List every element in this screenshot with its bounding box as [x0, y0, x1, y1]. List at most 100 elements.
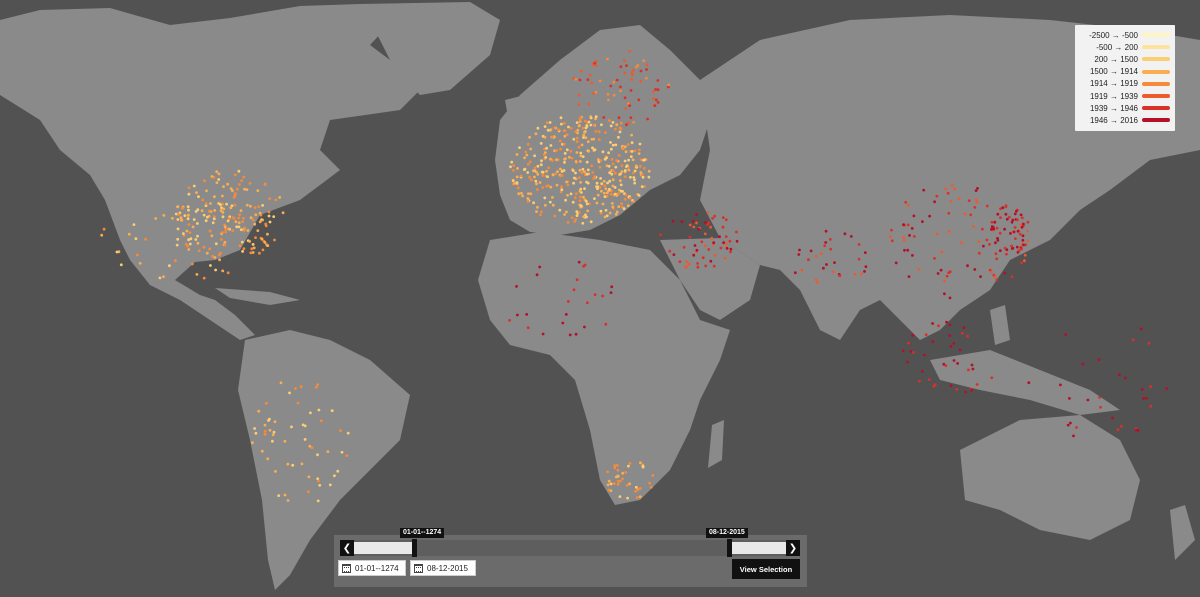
view-selection-button[interactable]: View Selection: [732, 559, 800, 579]
event-dot: [200, 209, 204, 213]
event-dot: [982, 244, 985, 248]
event-dot: [605, 156, 608, 160]
event-dot: [237, 221, 241, 225]
event-dot: [176, 205, 179, 209]
event-dot: [540, 170, 544, 174]
world-map[interactable]: [0, 0, 1200, 597]
event-dot: [187, 223, 191, 226]
event-dot: [725, 247, 729, 250]
event-dot: [1165, 387, 1169, 390]
event-dot: [257, 409, 261, 413]
event-dot: [539, 213, 542, 217]
event-dot: [630, 133, 633, 137]
event-dot: [635, 496, 639, 499]
event-dot: [619, 121, 623, 125]
event-dot: [188, 231, 192, 235]
event-dot: [578, 78, 582, 82]
event-dot: [590, 81, 593, 85]
chevron-right-icon[interactable]: ❯: [786, 540, 800, 556]
event-dot: [221, 269, 225, 273]
event-dot: [596, 193, 600, 197]
event-dot: [948, 334, 952, 337]
madagascar: [708, 420, 724, 468]
event-dot: [642, 158, 645, 162]
event-dot: [587, 149, 591, 153]
event-dot: [729, 247, 733, 251]
range-slider[interactable]: ❮ 01-01--1274 08-12-2015 ❯: [340, 528, 800, 557]
event-dot: [903, 248, 906, 252]
event-dot: [569, 126, 573, 130]
event-dot: [577, 145, 581, 149]
event-dot: [196, 234, 199, 238]
event-dot: [271, 433, 275, 437]
event-dot: [241, 250, 245, 253]
event-dot: [546, 175, 549, 179]
event-dot: [912, 351, 915, 354]
event-dot: [638, 495, 642, 499]
event-dot: [555, 158, 558, 162]
event-dot: [659, 233, 662, 237]
event-dot: [238, 213, 242, 217]
event-dot: [972, 225, 975, 228]
event-dot: [634, 164, 638, 168]
event-dot: [233, 203, 237, 207]
event-dot: [238, 244, 242, 248]
event-dot: [197, 249, 201, 253]
event-dot: [907, 341, 911, 345]
event-dot: [551, 196, 554, 199]
event-dot: [210, 234, 214, 238]
event-dot: [562, 121, 566, 125]
event-dot: [912, 235, 916, 238]
event-dot: [1020, 225, 1024, 229]
event-dot: [221, 215, 225, 219]
event-dot: [613, 466, 617, 470]
event-dot: [543, 135, 547, 139]
event-dot: [693, 244, 697, 247]
event-dot: [528, 175, 531, 179]
event-dot: [825, 263, 828, 266]
range-fill-right: [732, 542, 788, 554]
event-dot: [525, 313, 529, 316]
event-dot: [263, 182, 267, 186]
event-dot: [700, 240, 704, 244]
event-dot: [970, 388, 974, 392]
event-dot: [512, 164, 516, 168]
event-dot: [207, 209, 211, 213]
end-date-field[interactable]: 08-12-2015: [410, 560, 476, 576]
chevron-left-icon[interactable]: ❮: [340, 540, 354, 556]
event-dot: [654, 88, 657, 91]
event-dot: [279, 381, 283, 385]
event-dot: [603, 184, 606, 188]
event-dot: [599, 177, 602, 180]
event-dot: [242, 247, 246, 251]
legend-row: -2500 → -500: [1080, 29, 1170, 41]
event-dot: [943, 292, 946, 296]
event-dot: [336, 469, 340, 473]
event-dot: [586, 78, 590, 82]
event-dot: [584, 136, 588, 140]
event-dot: [265, 401, 268, 405]
event-dot: [656, 79, 660, 82]
start-handle[interactable]: [412, 539, 417, 557]
start-date-field[interactable]: 01-01--1274: [338, 560, 406, 576]
event-dot: [935, 232, 939, 236]
event-dot: [548, 200, 552, 204]
event-dot: [597, 130, 601, 134]
event-dot: [572, 181, 575, 185]
world-map-svg[interactable]: [0, 0, 1200, 597]
event-dot: [536, 164, 540, 168]
event-dot: [517, 192, 521, 196]
event-dot: [996, 238, 1000, 242]
event-dot: [809, 249, 813, 253]
event-dot: [798, 248, 801, 252]
event-dot: [624, 193, 628, 197]
event-dot: [208, 247, 212, 251]
event-dot: [685, 260, 689, 264]
event-dot: [814, 254, 818, 258]
end-handle[interactable]: [727, 539, 732, 557]
event-dot: [186, 205, 190, 209]
event-dot: [540, 210, 543, 214]
event-dot: [944, 364, 948, 367]
event-dot: [945, 320, 948, 324]
event-dot: [988, 243, 991, 246]
